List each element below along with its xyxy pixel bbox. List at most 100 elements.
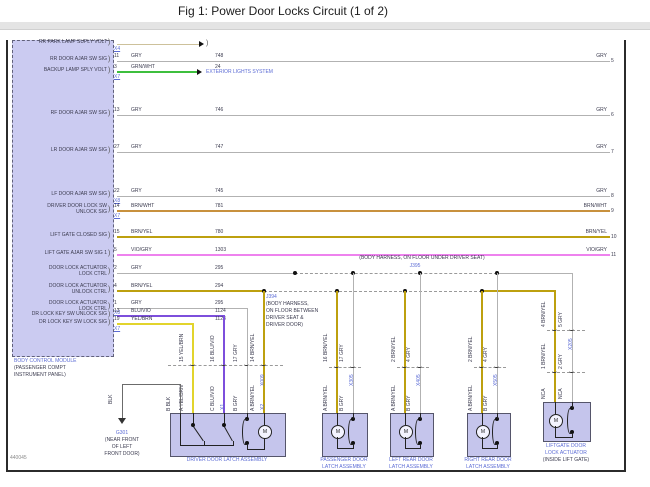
wire-v: [180, 384, 181, 413]
connector-mark-icon: [569, 369, 574, 373]
wire-color-label: GRY: [131, 188, 142, 194]
wire-h: [117, 44, 199, 45]
bcm-location-line: (PASSENGER COMPT: [14, 365, 66, 371]
wire-color-label: BRN/WHT: [131, 203, 154, 209]
circuit-number: 781: [215, 203, 223, 209]
wire-h: [117, 196, 610, 197]
wire-color-label: BRN/YEL: [131, 283, 152, 289]
connector-id-label: X205: [568, 338, 574, 350]
wire-id-vertical-label: NCA: [558, 388, 564, 399]
wire-color-label: GRY: [567, 188, 607, 194]
connector-id-label: X1: [220, 404, 226, 410]
bcm-pin-label: LIFT GATE CLOSED SIG: [12, 232, 107, 238]
pin-bracket: ): [108, 147, 110, 154]
wire-v: [482, 413, 483, 425]
wire-id-vertical-label: 17 GRY: [233, 344, 239, 362]
wire-color-label: GRY: [131, 53, 142, 59]
wire-id-vertical-label: 2 BRN/YEL: [468, 336, 474, 362]
wire-id-vertical-label: 1 BRN/YEL: [541, 343, 547, 369]
connector-mark-icon: [334, 364, 339, 368]
wire-id-vertical-label: 15 YEL/BRN: [179, 334, 185, 362]
pin-number: 22: [114, 188, 120, 194]
circuit-number: 294: [215, 283, 223, 289]
wire-color-label: BRN/WHT: [567, 203, 607, 209]
bcm-pin-label-line: RF DOOR AJAR SW SIG: [12, 110, 107, 116]
harness-connector-line: [264, 291, 482, 292]
wire-v: [497, 273, 498, 413]
wire-id-vertical-label: 16 BLU/VIO: [210, 335, 216, 362]
bcm-connector-id: X7: [114, 326, 120, 332]
bcm-pin-label: RR PARK LAMP SUPLY VOLT: [12, 39, 107, 45]
wire-id-vertical-label: A BRN/YEL: [250, 385, 256, 411]
wire-id-vertical-label: C BLU/VIO: [210, 386, 216, 411]
wire-color-label: BRN/YEL: [131, 229, 152, 235]
harness-id: J395: [400, 263, 430, 269]
arrowhead-icon: [199, 41, 204, 47]
wire-id-vertical-label: 4 GRY: [406, 347, 412, 362]
wire-id-vertical-label: B GRY: [406, 396, 412, 411]
wire-id-vertical-label: 17 GRY: [339, 344, 345, 362]
pin-number: 11: [114, 53, 119, 59]
connector-mark-icon: [494, 364, 499, 368]
motor-symbol: M: [331, 425, 345, 439]
circuit-number: 295: [215, 300, 223, 306]
wire-id-vertical-label: A BRN/YEL: [468, 385, 474, 411]
switch-arc: [492, 419, 498, 445]
connector-mark-icon: [479, 364, 484, 368]
wire-h: [117, 210, 610, 212]
page-ref-number: 5: [611, 58, 614, 64]
wire-h: [482, 448, 498, 449]
switch-arc: [567, 408, 573, 434]
pin-number: 5: [114, 247, 117, 253]
wire-id-vertical-label: B GRY: [233, 396, 239, 411]
wire-h: [117, 152, 610, 153]
pin-bracket: ): [108, 303, 110, 310]
wire-id-vertical-label: 2 BRN/YEL: [391, 336, 397, 362]
circuit-number: 1303: [215, 247, 226, 253]
pin-number: 1: [114, 300, 117, 306]
pin-bracket: ): [108, 67, 110, 74]
connector-id-label: X009: [260, 374, 266, 386]
pin-number: 13: [114, 308, 120, 314]
ground-symbol-icon: [118, 418, 126, 424]
wire-color-label: VIO/GRY: [131, 247, 152, 253]
wire-color-label: GRY: [567, 53, 607, 59]
wire-color-label: VIO/GRY: [567, 247, 607, 253]
page-ref-number: 11: [611, 252, 616, 258]
splice-dot: [191, 423, 195, 427]
wire-v: [572, 402, 573, 408]
wire-id-vertical-label: B GRY: [483, 396, 489, 411]
wire-v: [337, 413, 338, 425]
bcm-name: BODY CONTROL MODULE: [14, 358, 77, 364]
pin-number: 27: [114, 144, 120, 150]
wire-h: [180, 445, 234, 446]
wire-h: [117, 71, 197, 73]
wire-v: [420, 413, 421, 419]
pin-number: 3: [114, 64, 117, 70]
bcm-pin-label: LIFT GATE AJAR SW SIG 1: [12, 250, 107, 256]
wire-h: [117, 273, 295, 274]
harness-id: J394: [266, 294, 277, 300]
circuit-number: 295: [215, 265, 223, 271]
bcm-pin-label: RR DOOR AJAR SW SIG: [12, 56, 107, 62]
pin-bracket: ): [108, 250, 110, 257]
harness-note-line: DRIVER SEAT &: [266, 315, 304, 321]
wire-color-label: GRY: [131, 300, 142, 306]
wire-h: [117, 290, 264, 292]
wire-v: [264, 438, 265, 449]
pin-bracket: ): [108, 56, 110, 63]
pin-number: 15: [114, 229, 120, 235]
circuit-number: 747: [215, 144, 223, 150]
bcm-pin-label-line: LF DOOR AJAR SW SIG: [12, 191, 107, 197]
wire-id-vertical-label: NCA: [541, 388, 547, 399]
ground-location-line: OF LEFT: [97, 444, 147, 450]
connector-id-label: X505: [493, 374, 499, 386]
motor-symbol: M: [549, 414, 563, 428]
wire-v: [180, 413, 181, 445]
pin-bracket: ): [108, 286, 110, 293]
bcm-pin-label: DRIVER DOOR LOCK SWUNLOCK SIG: [12, 203, 107, 215]
wire-color-label: GRY: [131, 144, 142, 150]
wire-color-label: YEL/BRN: [131, 316, 152, 322]
connector-mark-icon: [552, 327, 557, 331]
harness-note-line: DRIVER DOOR): [266, 322, 303, 328]
